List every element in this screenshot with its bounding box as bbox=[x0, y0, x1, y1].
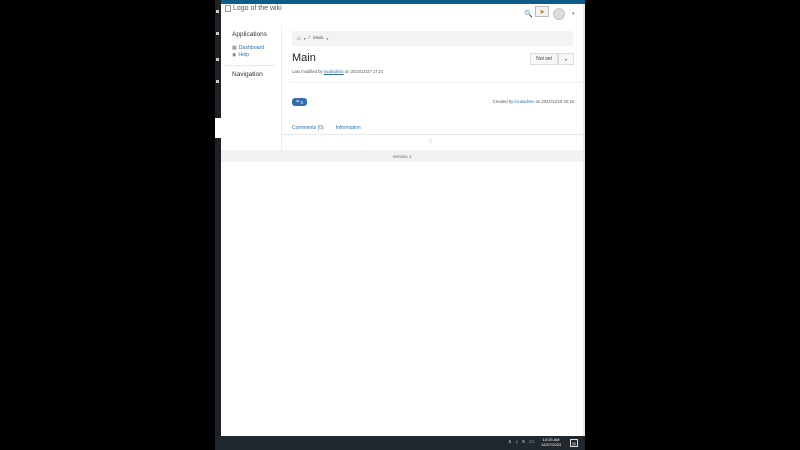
chevron-up-icon[interactable]: ∧ bbox=[508, 439, 512, 445]
background-mark bbox=[216, 80, 219, 83]
help-icon: ◉ bbox=[232, 52, 237, 58]
chevron-down-icon[interactable]: ▾ bbox=[304, 36, 306, 41]
breadcrumb-current[interactable]: Main bbox=[313, 36, 323, 41]
logo-alt-text: Logo of the wiki bbox=[233, 5, 282, 12]
breadcrumb-separator: / bbox=[308, 36, 310, 41]
dashboard-icon: ▦ bbox=[232, 45, 237, 51]
send-icon[interactable]: ➤ bbox=[535, 6, 549, 17]
battery-icon[interactable]: ▭ bbox=[529, 439, 534, 445]
heart-icon: ❤ bbox=[295, 99, 300, 104]
sidebar-applications-title: Applications bbox=[232, 31, 268, 38]
volume-icon[interactable]: ♪ bbox=[516, 439, 519, 445]
created-suffix: on 2024/12/19 22:16 bbox=[535, 99, 574, 104]
rating-button[interactable]: Not set bbox=[530, 53, 558, 65]
chevron-down-icon[interactable]: ▾ bbox=[326, 36, 328, 41]
background-mark bbox=[216, 10, 219, 13]
page-title: Main bbox=[292, 52, 316, 64]
taskbar: ∧ ♪ ≡ ▭ 10:25 AM 12/27/2024 ▤ bbox=[215, 436, 585, 450]
like-button[interactable]: ❤ 0 bbox=[292, 98, 307, 106]
search-icon[interactable]: 🔍 bbox=[524, 10, 533, 18]
like-count: 0 bbox=[300, 99, 304, 105]
system-tray: ∧ ♪ ≡ ▭ bbox=[508, 439, 534, 445]
sidebar-item-label: Dashboard bbox=[238, 45, 265, 51]
modified-suffix: on 2024/12/27 17:21 bbox=[344, 69, 384, 74]
loading-spinner-icon: ◌ bbox=[429, 139, 433, 145]
scrollbar[interactable] bbox=[583, 4, 585, 436]
notification-center-icon[interactable]: ▤ bbox=[570, 439, 578, 447]
breadcrumb: ⌂ ▾ / Main ▾ bbox=[292, 31, 573, 46]
page-footer: Version 1 bbox=[221, 150, 583, 162]
top-header: Logo of the wiki 🔍 ➤ ▾ bbox=[221, 4, 583, 26]
created-user-link[interactable]: localadmin bbox=[514, 99, 534, 104]
tab-information[interactable]: Information bbox=[336, 125, 361, 131]
home-icon[interactable]: ⌂ bbox=[297, 36, 301, 42]
avatar[interactable] bbox=[553, 8, 565, 20]
sidebar-item-help[interactable]: ◉ Help bbox=[232, 52, 249, 58]
sidebar-divider bbox=[225, 65, 275, 66]
tabs-divider bbox=[281, 134, 583, 135]
rating-dropdown-toggle[interactable]: ▾ bbox=[558, 53, 574, 65]
tab-bar: Comments (0) Information bbox=[292, 125, 361, 131]
browser-window: Logo of the wiki 🔍 ➤ ▾ Applications ▦ Da… bbox=[221, 4, 585, 436]
last-modified-info: Last modified by localadmin on 2024/12/2… bbox=[292, 69, 383, 74]
content-divider bbox=[289, 82, 583, 83]
modified-user-link[interactable]: localadmin bbox=[324, 69, 344, 74]
taskbar-clock[interactable]: 10:25 AM 12/27/2024 bbox=[541, 437, 561, 447]
tab-comments[interactable]: Comments (0) bbox=[292, 125, 324, 131]
sidebar-item-dashboard[interactable]: ▦ Dashboard bbox=[232, 45, 264, 51]
background-mark bbox=[216, 58, 219, 61]
sidebar-item-label: Help bbox=[238, 52, 250, 58]
version-text: Version 1 bbox=[392, 153, 412, 159]
sidebar-navigation-title: Navigation bbox=[232, 71, 263, 78]
created-prefix: Created by bbox=[492, 99, 514, 104]
sidebar: Applications ▦ Dashboard ◉ Help Navigati… bbox=[221, 26, 282, 150]
clock-date: 12/27/2024 bbox=[541, 442, 562, 447]
background-mark bbox=[216, 32, 219, 35]
broken-image-icon bbox=[225, 5, 231, 12]
network-icon[interactable]: ≡ bbox=[522, 439, 525, 445]
wiki-logo[interactable]: Logo of the wiki bbox=[225, 5, 282, 12]
created-info: Created by localadmin on 2024/12/19 22:1… bbox=[493, 99, 574, 104]
user-menu-caret[interactable]: ▾ bbox=[572, 11, 575, 17]
modified-prefix: Last modified by bbox=[292, 69, 323, 74]
